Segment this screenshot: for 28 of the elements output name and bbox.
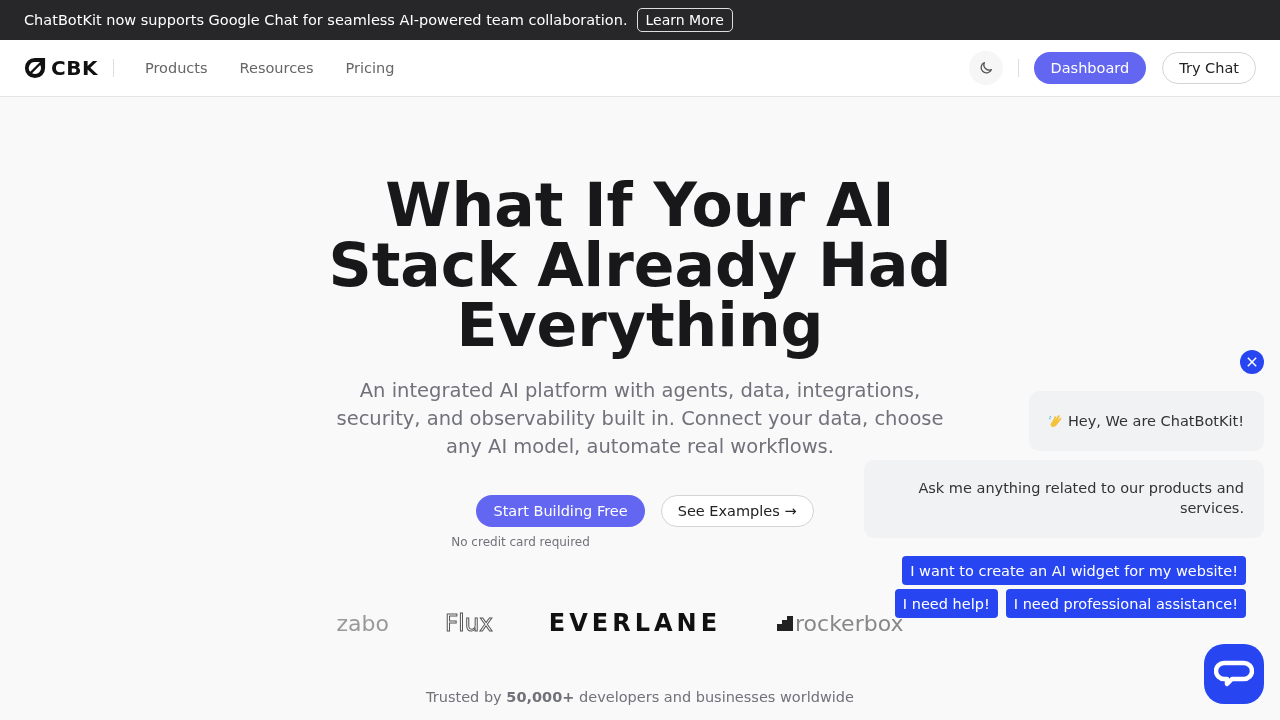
- greeting-text: Hey, We are ChatBotKit!: [1067, 412, 1244, 431]
- suggestion-button[interactable]: I need professional assistance!: [1005, 589, 1246, 618]
- logo-icon[interactable]: [24, 57, 46, 79]
- company-logo: EVERLANE: [548, 609, 722, 637]
- close-icon: [1247, 357, 1257, 367]
- learn-more-button[interactable]: Learn More: [636, 8, 733, 32]
- start-building-button[interactable]: Start Building Free: [476, 495, 645, 527]
- chat-message: Ask me anything related to our products and services.: [864, 460, 1264, 538]
- waving-hand-icon: [1047, 413, 1064, 429]
- theme-toggle-button[interactable]: [968, 51, 1003, 85]
- see-examples-button[interactable]: See Examples →: [660, 495, 814, 527]
- company-logo: Flux: [445, 610, 493, 636]
- nav-link[interactable]: Pricing: [345, 60, 395, 76]
- announcement-text: ChatBotKit now supports Google Chat for seamless AI-powered team collaboration.: [24, 12, 628, 28]
- dashboard-button[interactable]: Dashboard: [1033, 52, 1147, 84]
- logo-text[interactable]: CBK: [51, 56, 98, 80]
- suggestion-button[interactable]: I want to create an AI widget for my website!: [902, 556, 1246, 585]
- hero-subtitle: An integrated AI platform with agents, data, integrations, security, and observability built in. Connect your data, choose any AI model, automate real workflows.: [335, 378, 945, 460]
- nav-link[interactable]: Products: [144, 60, 208, 76]
- nav-link[interactable]: Resources: [239, 60, 314, 76]
- chat-launcher-button[interactable]: [1204, 644, 1264, 704]
- company-logo: zabo: [336, 610, 389, 636]
- suggestion-button[interactable]: I need help!: [894, 589, 998, 618]
- close-button[interactable]: [1240, 350, 1264, 374]
- try-chat-button[interactable]: Try Chat: [1162, 52, 1256, 84]
- no-credit-card-note: No credit card required: [451, 535, 590, 549]
- steps-icon: [777, 615, 794, 631]
- trusted-by-text: Trusted by 50,000+ developers and businesses worldwide: [426, 689, 854, 705]
